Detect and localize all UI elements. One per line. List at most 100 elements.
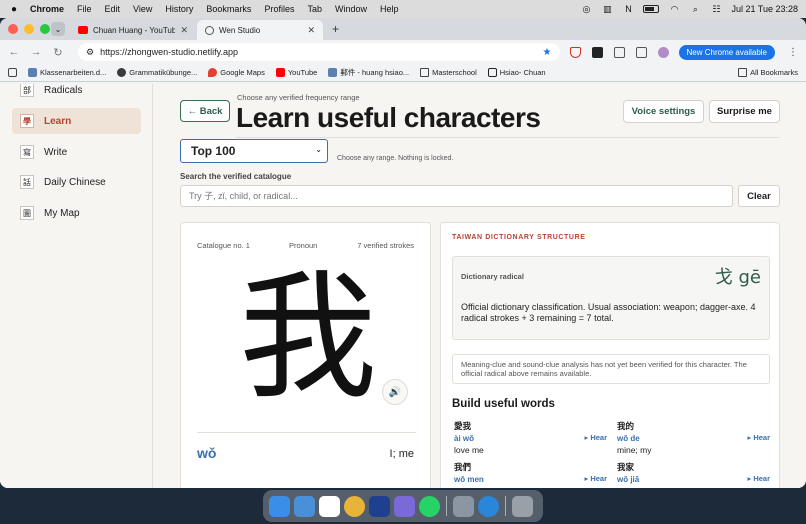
- app-purple-icon[interactable]: [394, 495, 415, 517]
- notion-app-icon[interactable]: [319, 495, 340, 517]
- menu-app[interactable]: Chrome: [30, 4, 64, 14]
- voice-settings-button[interactable]: Voice settings: [623, 100, 704, 123]
- menu-tab[interactable]: Tab: [307, 4, 322, 14]
- shield-extension-icon[interactable]: [569, 46, 581, 58]
- chrome-app-icon[interactable]: [344, 495, 365, 517]
- wifi-icon[interactable]: ◠: [668, 4, 680, 14]
- menu-bookmarks[interactable]: Bookmarks: [206, 4, 251, 14]
- grid-icon: [8, 68, 17, 77]
- apple-menu-icon[interactable]: ●: [8, 4, 20, 15]
- bookmark-label: Masterschool: [432, 68, 477, 77]
- speaker-icon[interactable]: 🔊: [382, 379, 408, 405]
- app-dark-blue-icon[interactable]: [369, 495, 390, 517]
- tray-bar-icon[interactable]: ▥: [601, 4, 613, 14]
- forward-arrow-icon[interactable]: →: [30, 46, 42, 58]
- bookmark-mail[interactable]: 郵件 - huang hsiao...: [328, 67, 409, 78]
- analysis-note: Meaning-clue and sound-clue analysis has…: [452, 354, 770, 384]
- hear-button[interactable]: ▸ Hear: [747, 433, 770, 442]
- battery-icon[interactable]: [643, 5, 660, 13]
- browser-window: ⌄ Chuan Huang - YouTube ✕ Wen Studio ✕ +…: [0, 18, 806, 488]
- tab-wen-studio[interactable]: Wen Studio ✕: [197, 20, 323, 40]
- minimize-window-icon[interactable]: [24, 24, 34, 34]
- notion-icon[interactable]: N: [622, 4, 634, 14]
- bookmark-masterschool[interactable]: Masterschool: [420, 68, 477, 77]
- surprise-me-button[interactable]: Surprise me: [709, 100, 780, 123]
- bookmark-label: 郵件 - huang hsiao...: [340, 68, 410, 77]
- finder-icon[interactable]: [269, 495, 290, 517]
- hear-button[interactable]: ▸ Hear: [584, 474, 607, 483]
- bookmark-klassenarbeiten[interactable]: Klassenarbeiten.d...: [28, 68, 106, 77]
- bookmark-grammatik[interactable]: Grammatikübunge...: [117, 68, 197, 77]
- bookmark-label: Google Maps: [220, 68, 265, 77]
- app-blue-circle-icon[interactable]: [478, 495, 499, 517]
- character-glyph: 我: [238, 257, 377, 418]
- bookmark-youtube[interactable]: YouTube: [275, 68, 317, 77]
- dark-extension-icon[interactable]: [591, 46, 603, 58]
- new-tab-plus-icon[interactable]: +: [332, 22, 339, 36]
- menu-help[interactable]: Help: [380, 4, 399, 14]
- profile-avatar[interactable]: [657, 46, 669, 58]
- tray-app-icon[interactable]: ◎: [580, 4, 592, 14]
- close-window-icon[interactable]: [8, 24, 18, 34]
- bookmark-star-icon[interactable]: ★: [543, 47, 552, 58]
- whatsapp-icon[interactable]: [419, 495, 440, 517]
- page-content: 部 Radicals 學 Learn 寫 Write 話 Daily Chine…: [0, 84, 806, 488]
- clear-button[interactable]: Clear: [738, 185, 780, 207]
- tab-search-chevron-icon[interactable]: ⌄: [51, 22, 65, 36]
- new-chrome-available-button[interactable]: New Chrome available: [678, 44, 775, 60]
- sidebar-item-learn[interactable]: 學 Learn: [12, 108, 141, 134]
- all-bookmarks[interactable]: All Bookmarks: [738, 68, 798, 77]
- menubar-datetime[interactable]: Jul 21 Tue 23:28: [731, 4, 798, 14]
- menu-history[interactable]: History: [165, 4, 193, 14]
- hear-button[interactable]: ▸ Hear: [747, 474, 770, 483]
- menu-window[interactable]: Window: [335, 4, 367, 14]
- character-card: Catalogue no. 1 Pronoun 7 verified strok…: [180, 222, 431, 488]
- sidebar-item-radicals[interactable]: 部 Radicals: [12, 84, 141, 103]
- menu-edit[interactable]: Edit: [105, 4, 121, 14]
- daily-chinese-icon: 話: [20, 175, 34, 189]
- macos-dock: [263, 490, 543, 522]
- puzzle-extensions-icon[interactable]: [613, 46, 625, 58]
- bookmark-hsiao-chuan[interactable]: Hsiao- Chuan: [487, 68, 546, 77]
- bookmarks-bar: Klassenarbeiten.d... Grammatikübunge... …: [0, 64, 806, 82]
- dock-separator: [505, 496, 506, 516]
- sidebar-item-write[interactable]: 寫 Write: [12, 139, 141, 165]
- back-arrow-icon[interactable]: ←: [8, 46, 20, 58]
- tab-close-icon[interactable]: ✕: [180, 25, 188, 36]
- trash-icon[interactable]: [512, 495, 533, 517]
- write-icon: 寫: [20, 145, 34, 159]
- sidebar-item-my-map[interactable]: 圖 My Map: [12, 200, 141, 226]
- word-gloss: love me: [454, 445, 484, 455]
- tab-title: Chuan Huang - YouTube: [93, 25, 176, 35]
- url-text[interactable]: https://zhongwen-studio.netlify.app: [100, 47, 536, 57]
- site-info-icon[interactable]: ⚙: [86, 47, 94, 58]
- mail-app-icon[interactable]: [294, 495, 315, 517]
- chrome-menu-icon[interactable]: ⋮: [788, 47, 798, 58]
- bookmark-label: All Bookmarks: [750, 68, 798, 77]
- menubar-tray: ◎ ▥ N ◠ ⌕ ☷ Jul 21 Tue 23:28: [580, 4, 799, 15]
- sidebar-item-daily-chinese[interactable]: 話 Daily Chinese: [12, 169, 141, 195]
- search-input[interactable]: [180, 185, 733, 207]
- character-pinyin: wǒ: [197, 445, 217, 461]
- apps-grid-icon[interactable]: [8, 68, 17, 77]
- search-icon[interactable]: ⌕: [689, 4, 701, 14]
- zoom-window-icon[interactable]: [40, 24, 50, 34]
- radicals-icon: 部: [20, 84, 34, 97]
- frequency-range-select[interactable]: Top 100 ⌄: [180, 139, 328, 163]
- divider: [197, 432, 416, 433]
- app-gray-icon[interactable]: [453, 495, 474, 517]
- tab-youtube[interactable]: Chuan Huang - YouTube ✕: [70, 20, 196, 40]
- bookmark-google-maps[interactable]: Google Maps: [208, 68, 265, 77]
- tab-close-icon[interactable]: ✕: [307, 25, 315, 36]
- word-item: 我們 wǒ men ▸ Hear: [454, 461, 607, 488]
- address-bar[interactable]: ⚙ https://zhongwen-studio.netlify.app ★: [78, 43, 560, 61]
- word-item: 我家 wǒ jiā ▸ Hear: [617, 461, 770, 488]
- menu-view[interactable]: View: [133, 4, 152, 14]
- menu-profiles[interactable]: Profiles: [264, 4, 294, 14]
- menu-file[interactable]: File: [77, 4, 92, 14]
- reload-icon[interactable]: ↻: [52, 46, 64, 59]
- side-panel-icon[interactable]: [635, 46, 647, 58]
- control-center-icon[interactable]: ☷: [710, 4, 722, 14]
- hear-button[interactable]: ▸ Hear: [584, 433, 607, 442]
- back-button[interactable]: ← Back: [180, 100, 230, 122]
